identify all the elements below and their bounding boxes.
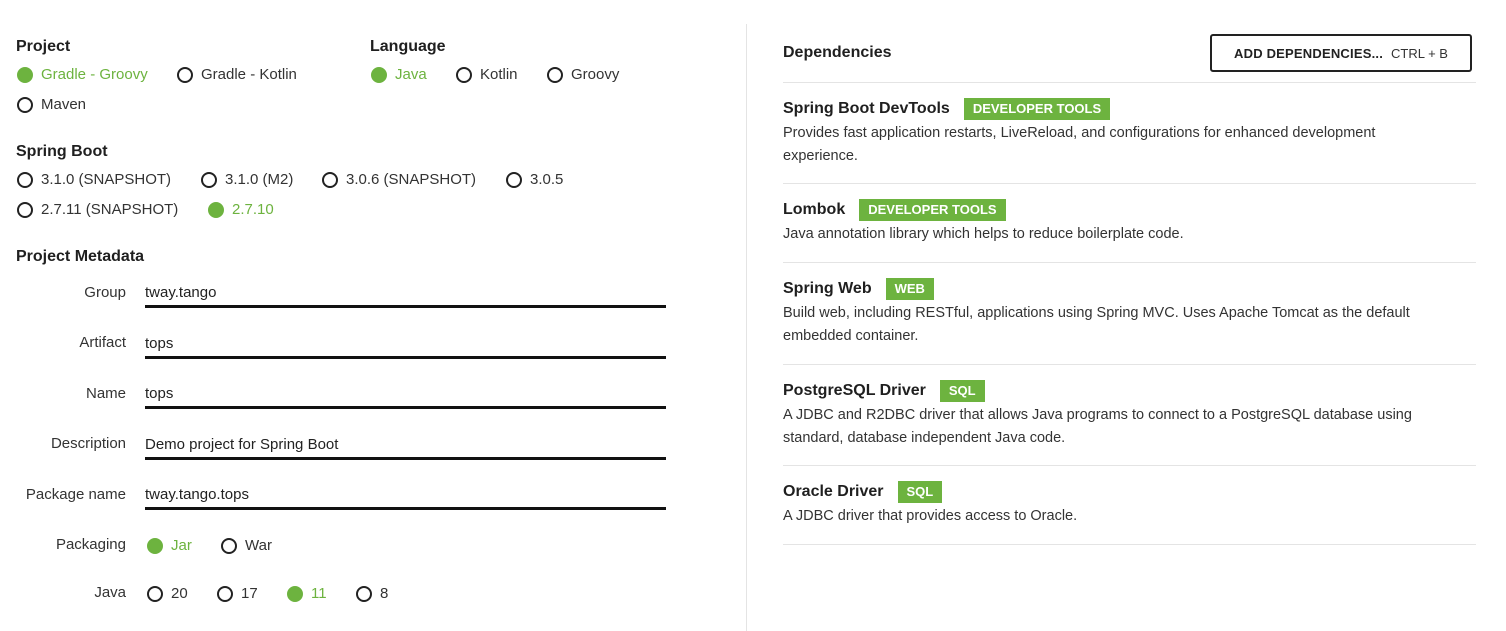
radio-empty-icon xyxy=(217,585,233,602)
java-option-11[interactable]: 11 xyxy=(287,585,327,602)
language-option-kotlin[interactable]: Kotlin xyxy=(456,66,518,83)
configuration-panel: Project Gradle - Groovy Gradle - Kotlin … xyxy=(0,0,746,631)
package-name-label: Package name xyxy=(25,486,126,503)
artifact-label: Artifact xyxy=(79,334,126,351)
java-label: Java xyxy=(94,584,126,601)
dependency-name: Spring Boot DevTools xyxy=(783,100,950,117)
radio-empty-icon xyxy=(506,171,522,188)
dependency-description: A JDBC driver that provides access to Or… xyxy=(783,508,1078,524)
project-option-gradle-kotlin[interactable]: Gradle - Kotlin xyxy=(177,66,297,83)
dependency-description: Provides fast application restarts, Live… xyxy=(783,125,1376,164)
divider xyxy=(783,262,1476,263)
boot-option-3-1-0-snapshot[interactable]: 3.1.0 (SNAPSHOT) xyxy=(17,171,171,188)
boot-option-2-7-11-snapshot[interactable]: 2.7.11 (SNAPSHOT) xyxy=(17,201,178,218)
radio-selected-icon xyxy=(287,585,303,602)
dependency-description: Java annotation library which helps to r… xyxy=(783,226,1184,242)
java-option-20[interactable]: 20 xyxy=(147,585,188,602)
radio-selected-icon xyxy=(208,201,224,218)
radio-empty-icon xyxy=(17,96,33,113)
add-dependencies-button[interactable]: ADD DEPENDENCIES... CTRL + B xyxy=(1210,34,1472,72)
dependencies-title: Dependencies xyxy=(783,44,892,61)
dependency-name: PostgreSQL Driver xyxy=(783,382,926,399)
packaging-label: Packaging xyxy=(55,536,126,553)
dependency-description: A JDBC and R2DBC driver that allows Java… xyxy=(783,407,1412,446)
radio-empty-icon xyxy=(221,537,237,554)
dependency-tag: WEB xyxy=(885,278,934,300)
language-option-java[interactable]: Java xyxy=(371,66,427,83)
boot-option-2-7-10[interactable]: 2.7.10 xyxy=(208,201,274,218)
project-option-gradle-groovy[interactable]: Gradle - Groovy xyxy=(17,66,148,83)
packaging-option-jar[interactable]: Jar xyxy=(147,537,192,554)
radio-empty-icon xyxy=(456,66,472,83)
divider xyxy=(783,183,1476,184)
boot-option-3-0-6-snapshot[interactable]: 3.0.6 (SNAPSHOT) xyxy=(322,171,476,188)
artifact-input[interactable] xyxy=(145,330,666,359)
package-name-input[interactable] xyxy=(145,481,666,510)
group-input[interactable] xyxy=(145,279,666,308)
dependency-item-spring-boot-devtools[interactable]: Spring Boot DevTools DEVELOPER TOOLS Pro… xyxy=(783,98,1433,168)
java-option-8[interactable]: 8 xyxy=(356,585,388,602)
dependency-tag: DEVELOPER TOOLS xyxy=(859,199,1006,221)
radio-empty-icon xyxy=(17,171,33,188)
radio-empty-icon xyxy=(201,171,217,188)
dependency-tag: SQL xyxy=(939,380,985,402)
dependency-item-spring-web[interactable]: Spring Web WEB Build web, including REST… xyxy=(783,278,1433,348)
dependency-name: Spring Web xyxy=(783,280,872,297)
language-option-groovy[interactable]: Groovy xyxy=(547,66,619,83)
boot-option-3-1-0-m2[interactable]: 3.1.0 (M2) xyxy=(201,171,293,188)
divider xyxy=(783,465,1476,466)
project-metadata-section-title: Project Metadata xyxy=(16,248,145,265)
name-input[interactable] xyxy=(145,380,666,409)
radio-empty-icon xyxy=(147,585,163,602)
project-section-title: Project xyxy=(16,38,71,55)
dependencies-panel: Dependencies ADD DEPENDENCIES... CTRL + … xyxy=(747,0,1506,631)
description-label: Description xyxy=(50,435,126,452)
radio-empty-icon xyxy=(322,171,338,188)
radio-selected-icon xyxy=(371,66,387,83)
radio-empty-icon xyxy=(17,201,33,218)
divider xyxy=(783,544,1476,545)
dependency-tag: DEVELOPER TOOLS xyxy=(963,98,1111,120)
radio-empty-icon xyxy=(547,66,563,83)
add-dependencies-label: ADD DEPENDENCIES... xyxy=(1234,45,1384,61)
dependency-name: Oracle Driver xyxy=(783,483,884,500)
group-label: Group xyxy=(84,284,126,301)
dependency-tag: SQL xyxy=(897,481,943,503)
description-input[interactable] xyxy=(145,431,666,460)
boot-option-3-0-5[interactable]: 3.0.5 xyxy=(506,171,563,188)
dependency-name: Lombok xyxy=(783,201,846,218)
divider xyxy=(783,82,1476,83)
dependency-item-postgresql-driver[interactable]: PostgreSQL Driver SQL A JDBC and R2DBC d… xyxy=(783,380,1433,450)
radio-selected-icon xyxy=(17,66,33,83)
divider xyxy=(783,364,1476,365)
radio-empty-icon xyxy=(177,66,193,83)
packaging-option-war[interactable]: War xyxy=(221,537,272,554)
radio-selected-icon xyxy=(147,537,163,554)
project-option-maven[interactable]: Maven xyxy=(17,96,86,113)
language-section-title: Language xyxy=(370,38,446,55)
dependency-description: Build web, including RESTful, applicatio… xyxy=(783,305,1410,344)
java-option-17[interactable]: 17 xyxy=(217,585,258,602)
dependency-item-lombok[interactable]: Lombok DEVELOPER TOOLS Java annotation l… xyxy=(783,199,1433,246)
spring-boot-section-title: Spring Boot xyxy=(16,143,108,160)
dependency-item-oracle-driver[interactable]: Oracle Driver SQL A JDBC driver that pro… xyxy=(783,481,1433,528)
add-dependencies-shortcut: CTRL + B xyxy=(1391,45,1448,61)
name-label: Name xyxy=(85,385,126,402)
radio-empty-icon xyxy=(356,585,372,602)
